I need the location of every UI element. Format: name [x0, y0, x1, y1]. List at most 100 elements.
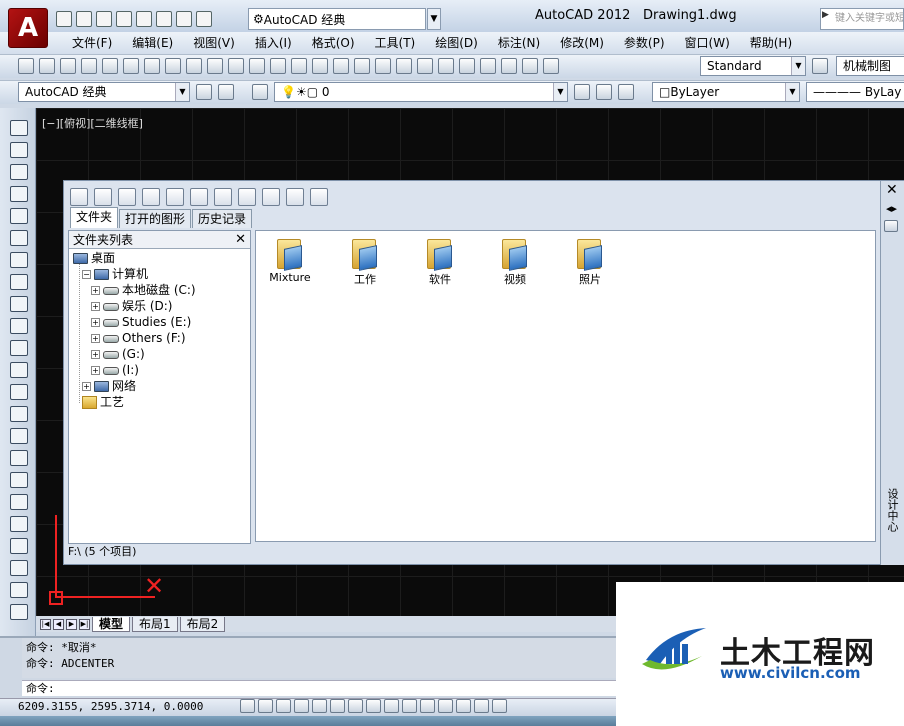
new-icon[interactable]	[56, 11, 72, 27]
expand-icon[interactable]: +	[91, 318, 100, 327]
prev-tab-icon[interactable]: ◀	[53, 618, 64, 630]
infer-toggle-icon[interactable]	[240, 699, 255, 713]
expand-icon[interactable]: +	[91, 334, 100, 343]
undo-icon[interactable]	[156, 11, 172, 27]
folder-item[interactable]: 照片	[560, 237, 620, 287]
menu-item[interactable]: 文件(F)	[62, 32, 122, 54]
tree-node[interactable]: + 娱乐 (D:)	[91, 299, 172, 314]
workspace-select[interactable]: ⚙ AutoCAD 经典	[248, 8, 426, 30]
revcloud-icon[interactable]	[10, 274, 28, 290]
save-icon[interactable]	[96, 11, 112, 27]
ducs-toggle-icon[interactable]	[384, 699, 399, 713]
paste-icon[interactable]	[207, 58, 223, 74]
menu-item[interactable]: 插入(I)	[245, 32, 302, 54]
tree-node[interactable]: + 本地磁盘 (C:)	[91, 283, 196, 298]
customize-icon[interactable]	[196, 11, 212, 27]
last-tab-icon[interactable]: ▶|	[79, 618, 90, 630]
description-icon[interactable]	[286, 188, 304, 206]
workspace-combo[interactable]: AutoCAD 经典 ▼	[18, 82, 190, 102]
text-style-icon[interactable]	[543, 58, 559, 74]
expand-icon[interactable]: +	[91, 366, 100, 375]
zoom-window-icon[interactable]	[354, 58, 370, 74]
markup-icon[interactable]	[480, 58, 496, 74]
polyline-icon[interactable]	[10, 164, 28, 180]
navigation-wheel-icon[interactable]	[10, 582, 28, 598]
tab-layout2[interactable]: 布局2	[179, 616, 226, 632]
open-icon[interactable]	[39, 58, 55, 74]
snap-toggle-icon[interactable]	[258, 699, 273, 713]
new-icon[interactable]	[18, 58, 34, 74]
coordinate-readout[interactable]: 6209.3155, 2595.3714, 0.0000	[18, 700, 203, 713]
menu-item[interactable]: 视图(V)	[183, 32, 245, 54]
tree-node[interactable]: + Studies (E:)	[91, 315, 191, 330]
menu-item[interactable]: 参数(P)	[614, 32, 675, 54]
menu-item[interactable]: 帮助(H)	[740, 32, 802, 54]
lock-ui-icon[interactable]	[218, 84, 234, 100]
command-input[interactable]: 命令:	[22, 680, 616, 696]
text-style-select[interactable]: Standard ▼	[700, 56, 806, 76]
load-icon[interactable]	[70, 188, 88, 206]
region-icon[interactable]	[10, 472, 28, 488]
color-select[interactable]: □ByLayer ▼	[652, 82, 800, 102]
ellipse-arc-icon[interactable]	[10, 340, 28, 356]
next-tab-icon[interactable]: ▶	[66, 618, 77, 630]
search-icon[interactable]	[166, 188, 184, 206]
circle-icon[interactable]	[10, 252, 28, 268]
ellipse-icon[interactable]	[10, 318, 28, 334]
menu-item[interactable]: 工具(T)	[365, 32, 426, 54]
tab-model[interactable]: 模型	[92, 616, 131, 632]
3d-osnap-toggle-icon[interactable]	[348, 699, 363, 713]
rectangle-icon[interactable]	[10, 208, 28, 224]
forward-icon[interactable]	[118, 188, 136, 206]
make-current-icon[interactable]	[574, 84, 590, 100]
layer-properties-icon[interactable]	[252, 84, 268, 100]
annotation-toggle-icon[interactable]	[492, 699, 507, 713]
folder-item[interactable]: Mixture	[260, 237, 320, 284]
close-icon[interactable]: ✕	[235, 231, 246, 249]
layer-state-icon[interactable]	[618, 84, 634, 100]
menu-item[interactable]: 标注(N)	[488, 32, 550, 54]
auto-hide-icon[interactable]: ◂▸	[886, 202, 897, 215]
arc-icon[interactable]	[10, 230, 28, 246]
tree-node[interactable]: − 计算机	[82, 267, 148, 282]
dyn-toggle-icon[interactable]	[402, 699, 417, 713]
expand-icon[interactable]: +	[82, 382, 91, 391]
close-icon[interactable]: ✕	[886, 182, 898, 198]
sheet-set-icon[interactable]	[459, 58, 475, 74]
line-icon[interactable]	[10, 120, 28, 136]
folder-item[interactable]: 工作	[335, 237, 395, 287]
home-icon[interactable]	[214, 188, 232, 206]
multiline-text-icon[interactable]	[10, 516, 28, 532]
folder-item[interactable]: 视频	[485, 237, 545, 287]
open-icon[interactable]	[76, 11, 92, 27]
tab-folders[interactable]: 文件夹	[70, 207, 119, 228]
calc-icon[interactable]	[501, 58, 517, 74]
tree-node[interactable]: 工艺	[82, 395, 124, 410]
3d-print-icon[interactable]	[144, 58, 160, 74]
spline-icon[interactable]	[10, 296, 28, 312]
selection-cycling-toggle-icon[interactable]	[474, 699, 489, 713]
lineweight-toggle-icon[interactable]	[420, 699, 435, 713]
tab-open-drawings[interactable]: 打开的图形	[119, 209, 192, 228]
redo-icon[interactable]	[176, 11, 192, 27]
application-menu-button[interactable]: A	[8, 8, 48, 48]
xline-icon[interactable]	[10, 142, 28, 158]
polygon-icon[interactable]	[10, 186, 28, 202]
views-icon[interactable]	[310, 188, 328, 206]
point-icon[interactable]	[10, 406, 28, 422]
menu-item[interactable]: 编辑(E)	[122, 32, 183, 54]
otrack-toggle-icon[interactable]	[366, 699, 381, 713]
design-center-icon[interactable]	[417, 58, 433, 74]
copy-icon[interactable]	[186, 58, 202, 74]
tab-history[interactable]: 历史记录	[192, 209, 253, 228]
menu-item[interactable]: 窗口(W)	[675, 32, 740, 54]
up-icon[interactable]	[142, 188, 160, 206]
back-icon[interactable]	[94, 188, 112, 206]
expand-icon[interactable]: +	[91, 286, 100, 295]
expand-icon[interactable]: +	[91, 302, 100, 311]
workspace-dropdown-icon[interactable]: ▼	[427, 8, 441, 30]
quick-properties-toggle-icon[interactable]	[456, 699, 471, 713]
tree-node[interactable]: + 网络	[82, 379, 136, 394]
hatch-icon[interactable]	[10, 428, 28, 444]
linetype-select[interactable]: ———— ByLay	[806, 82, 904, 102]
